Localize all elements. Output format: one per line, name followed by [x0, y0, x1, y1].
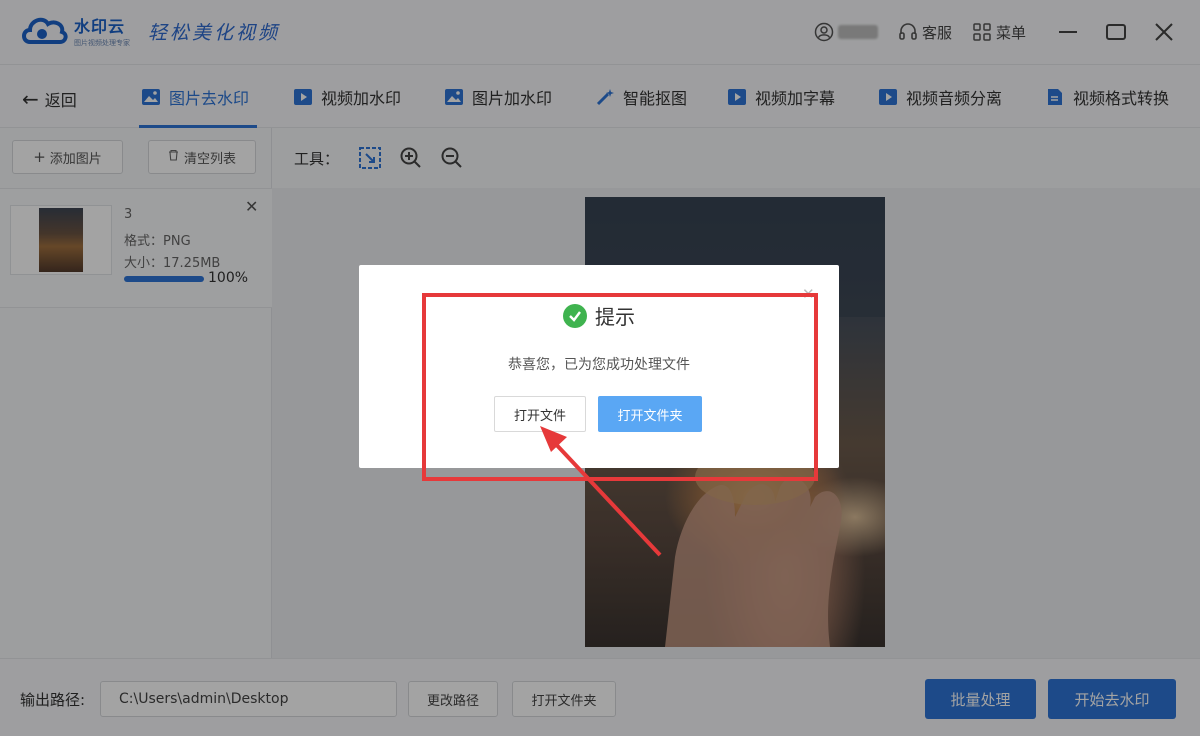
annotation-arrow-icon — [540, 426, 662, 557]
